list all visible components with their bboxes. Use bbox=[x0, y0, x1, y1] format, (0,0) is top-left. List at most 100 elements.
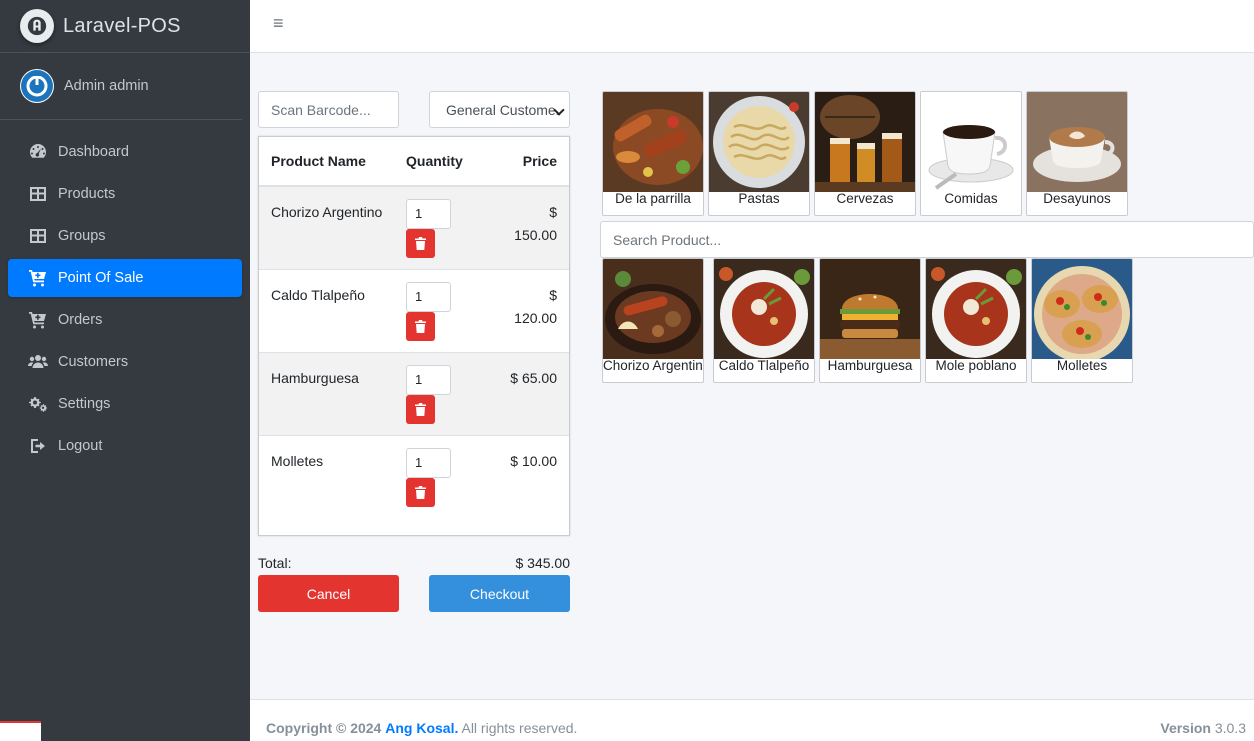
delete-button[interactable] bbox=[406, 312, 435, 341]
product-tile[interactable]: Caldo Tlalpeño bbox=[713, 258, 815, 383]
quantity-input[interactable]: 1 bbox=[406, 448, 451, 478]
sidebar-item-groups[interactable]: Groups bbox=[8, 217, 242, 255]
cart-plus-icon bbox=[28, 268, 48, 288]
barcode-input[interactable]: Scan Barcode... bbox=[258, 91, 399, 128]
rights-text: All rights reserved. bbox=[461, 720, 578, 736]
sidebar-item-label: Dashboard bbox=[58, 144, 129, 160]
copyright-prefix: Copyright © 2024 bbox=[266, 720, 382, 736]
sidebar-item-point-of-sale[interactable]: Point Of Sale bbox=[8, 259, 242, 297]
grill-image bbox=[603, 92, 703, 192]
header-quantity: Quantity bbox=[406, 153, 463, 169]
sidebar-item-settings[interactable]: Settings bbox=[8, 385, 242, 423]
sidebar-item-label: Orders bbox=[58, 312, 103, 328]
cart-item-name: Chorizo Argentino bbox=[271, 204, 383, 220]
product-label: Caldo Tlalpeño bbox=[718, 358, 810, 373]
pasta-image bbox=[709, 92, 809, 192]
mole-image bbox=[926, 259, 1026, 359]
cogs-icon bbox=[28, 394, 48, 414]
trash-icon bbox=[415, 486, 426, 499]
category-label: Pastas bbox=[738, 191, 780, 206]
search-product-input[interactable]: Search Product... bbox=[600, 221, 1254, 258]
category-tile[interactable]: Cervezas bbox=[814, 91, 916, 216]
category-tile[interactable]: Comidas bbox=[920, 91, 1022, 216]
sidebar-item-logout[interactable]: Logout bbox=[8, 427, 242, 465]
delete-button[interactable] bbox=[406, 229, 435, 258]
sidebar-item-label: Customers bbox=[58, 354, 129, 370]
customer-select-value: General Customer bbox=[446, 101, 561, 118]
total-value: $ 345.00 bbox=[515, 555, 571, 571]
brand-link[interactable]: Laravel-POS bbox=[0, 0, 250, 53]
top-navbar: ≡ bbox=[250, 0, 1254, 53]
coffee-cup-image bbox=[921, 92, 1021, 192]
sidebar-item-label: Logout bbox=[58, 438, 103, 454]
header-product-name: Product Name bbox=[271, 153, 366, 169]
laravel-logo-icon bbox=[20, 9, 54, 43]
cart-item-price: $ 120.00 bbox=[514, 287, 557, 326]
brand-name: Laravel-POS bbox=[63, 14, 181, 37]
footer: Copyright © 2024 Ang Kosal. All rights r… bbox=[250, 699, 1254, 741]
power-avatar-icon bbox=[20, 69, 54, 103]
chorizo-image bbox=[603, 259, 703, 359]
sidebar-item-products[interactable]: Products bbox=[8, 175, 242, 213]
quantity-input[interactable]: 1 bbox=[406, 199, 451, 229]
trash-icon bbox=[415, 320, 426, 333]
burger-image bbox=[820, 259, 920, 359]
cart-table: Product Name Quantity Price Chorizo Arge… bbox=[258, 136, 570, 536]
sidebar: Laravel-POS Admin admin Dashboard Produc… bbox=[0, 0, 250, 741]
header-price: Price bbox=[522, 153, 557, 169]
sidebar-item-orders[interactable]: Orders bbox=[8, 301, 242, 339]
sidebar-item-customers[interactable]: Customers bbox=[8, 343, 242, 381]
delete-button[interactable] bbox=[406, 478, 435, 507]
cancel-button[interactable]: Cancel bbox=[258, 575, 399, 612]
copyright: Copyright © 2024 Ang Kosal. All rights r… bbox=[266, 720, 577, 736]
cart-item-name: Molletes bbox=[271, 453, 324, 469]
table-row: Molletes 1 $ 10.00 bbox=[259, 436, 569, 536]
product-label: Molletes bbox=[1056, 358, 1108, 373]
product-label: Hamburguesa bbox=[827, 358, 913, 373]
category-tile[interactable]: Desayunos bbox=[1026, 91, 1128, 216]
product-tile[interactable]: Hamburguesa bbox=[819, 258, 921, 383]
user-name: Admin admin bbox=[64, 78, 149, 94]
category-label: Cervezas bbox=[836, 191, 894, 206]
table-row: Hamburguesa 1 $ 65.00 bbox=[259, 353, 569, 436]
checkout-button[interactable]: Checkout bbox=[429, 575, 570, 612]
cart-plus-icon bbox=[28, 310, 48, 330]
quantity-input[interactable]: 1 bbox=[406, 282, 451, 312]
users-icon bbox=[28, 352, 48, 372]
cart-item-name: Hamburguesa bbox=[271, 370, 359, 386]
product-tile[interactable]: Molletes bbox=[1031, 258, 1133, 383]
customer-select[interactable]: General Customer bbox=[429, 91, 570, 128]
tachometer-icon bbox=[28, 142, 48, 162]
molletes-image bbox=[1032, 259, 1132, 359]
sidebar-item-label: Point Of Sale bbox=[58, 270, 144, 286]
category-tile[interactable]: Pastas bbox=[708, 91, 810, 216]
sidebar-item-label: Groups bbox=[58, 228, 106, 244]
version: Version 3.0.3 bbox=[1160, 720, 1246, 736]
product-label: Mole poblano bbox=[935, 358, 1017, 373]
trash-icon bbox=[415, 237, 426, 250]
beer-image bbox=[815, 92, 915, 192]
product-tile[interactable]: Mole poblano bbox=[925, 258, 1027, 383]
cart-item-price: $ 10.00 bbox=[510, 453, 557, 469]
table-icon bbox=[28, 226, 48, 246]
category-label: Desayunos bbox=[1043, 191, 1111, 206]
delete-button[interactable] bbox=[406, 395, 435, 424]
sign-out-icon bbox=[28, 436, 48, 456]
cart-item-price: $ 65.00 bbox=[510, 370, 557, 386]
sidebar-item-label: Products bbox=[58, 186, 116, 202]
latte-image bbox=[1027, 92, 1127, 192]
version-label: Version bbox=[1160, 720, 1211, 736]
author-link[interactable]: Ang Kosal. bbox=[385, 720, 458, 736]
cart-item-price: $ 150.00 bbox=[514, 204, 557, 243]
total-label: Total: bbox=[258, 555, 292, 571]
table-row: Caldo Tlalpeño 1 $ 120.00 bbox=[259, 270, 569, 353]
sidebar-item-dashboard[interactable]: Dashboard bbox=[8, 133, 242, 171]
category-tile[interactable]: De la parrilla bbox=[602, 91, 704, 216]
quantity-input[interactable]: 1 bbox=[406, 365, 451, 395]
trash-icon bbox=[415, 403, 426, 416]
debug-badge-icon[interactable] bbox=[0, 721, 41, 741]
hamburger-icon[interactable]: ≡ bbox=[273, 13, 284, 34]
user-panel[interactable]: Admin admin bbox=[0, 53, 242, 120]
product-tile[interactable]: Chorizo Argentino bbox=[602, 258, 704, 383]
table-row: Chorizo Argentino 1 $ 150.00 bbox=[259, 187, 569, 270]
